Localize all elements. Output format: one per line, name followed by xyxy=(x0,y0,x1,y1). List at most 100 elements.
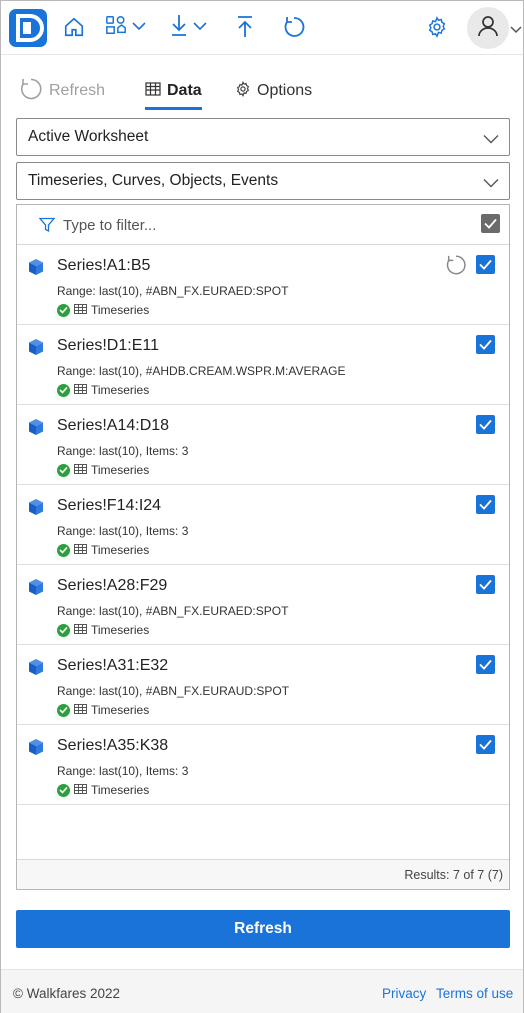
timeseries-table-icon xyxy=(74,463,87,477)
app-frame: Refresh Data Options Active Worksheet Ti… xyxy=(0,0,524,1013)
success-check-icon xyxy=(57,383,70,397)
series-type: Timeseries xyxy=(57,783,149,797)
item-checkbox[interactable] xyxy=(476,255,495,274)
privacy-link[interactable]: Privacy xyxy=(382,986,426,1001)
check-icon xyxy=(479,579,492,590)
list-item[interactable]: Series!F14:I24 Range: last(10), Items: 3… xyxy=(17,485,509,565)
download-icon xyxy=(169,13,189,42)
refresh-icon xyxy=(19,77,43,106)
list-item[interactable]: Series!A14:D18 Range: last(10), Items: 3… xyxy=(17,405,509,485)
series-type-label: Timeseries xyxy=(91,783,150,797)
series-range: Range: last(10), Items: 3 xyxy=(57,444,189,458)
item-checkbox[interactable] xyxy=(476,335,495,354)
chevron-down-icon xyxy=(483,175,499,193)
series-title: Series!F14:I24 xyxy=(57,497,162,514)
series-title: Series!A35:K38 xyxy=(57,737,169,754)
footer: © Walkfares 2022 Privacy Terms of use xyxy=(1,969,523,1013)
chevron-down-icon[interactable] xyxy=(510,21,522,39)
cube-icon xyxy=(27,498,45,521)
results-bar: Results: 7 of 7 (7) xyxy=(17,859,509,889)
timeseries-table-icon xyxy=(74,783,87,797)
user-icon xyxy=(476,14,500,43)
results-count: Results: 7 of 7 (7) xyxy=(404,868,503,882)
series-type-label: Timeseries xyxy=(91,543,150,557)
series-range: Range: last(10), #ABN_FX.EURAUD:SPOT xyxy=(57,684,290,698)
scope-select-value: Active Worksheet xyxy=(28,128,149,145)
cube-icon xyxy=(27,258,45,281)
item-checkbox[interactable] xyxy=(476,495,495,514)
upload-icon[interactable] xyxy=(235,13,255,41)
filter-input[interactable] xyxy=(63,213,463,237)
timeseries-table-icon xyxy=(74,543,87,557)
filter-icon xyxy=(38,217,56,238)
scope-select[interactable]: Active Worksheet xyxy=(16,118,510,156)
logo-icon[interactable] xyxy=(9,9,47,47)
check-icon xyxy=(479,419,492,430)
series-range: Range: last(10), Items: 3 xyxy=(57,524,189,538)
series-type: Timeseries xyxy=(57,303,149,317)
item-checkbox[interactable] xyxy=(476,735,495,754)
data-sources-button[interactable] xyxy=(104,13,146,41)
chevron-down-icon xyxy=(132,18,146,36)
tab-bar: Refresh Data Options xyxy=(19,73,509,110)
series-type: Timeseries xyxy=(57,383,149,397)
cube-icon xyxy=(27,578,45,601)
select-all-checkbox[interactable] xyxy=(481,214,500,233)
series-title: Series!D1:E11 xyxy=(57,337,159,354)
cube-icon xyxy=(27,338,45,361)
cube-icon xyxy=(27,418,45,441)
item-checkbox[interactable] xyxy=(476,575,495,594)
timeseries-table-icon xyxy=(74,303,87,317)
success-check-icon xyxy=(57,623,70,637)
check-icon xyxy=(479,659,492,670)
tab-label: Data xyxy=(167,82,202,99)
success-check-icon xyxy=(57,703,70,717)
series-type-label: Timeseries xyxy=(91,703,150,717)
item-checkbox[interactable] xyxy=(476,415,495,434)
chevron-down-icon xyxy=(193,18,207,36)
series-title: Series!A14:D18 xyxy=(57,417,170,434)
type-select-value: Timeseries, Curves, Objects, Events xyxy=(28,172,279,189)
series-range: Range: last(10), #ABN_FX.EURAED:SPOT xyxy=(57,284,289,298)
tab-label: Refresh xyxy=(49,82,106,99)
check-icon xyxy=(484,218,497,229)
table-icon xyxy=(145,81,161,101)
list-item[interactable]: Series!A1:B5 Range: last(10), #ABN_FX.EU… xyxy=(17,245,509,325)
settings-icon[interactable] xyxy=(426,13,448,41)
tab-label: Options xyxy=(257,82,313,99)
item-checkbox[interactable] xyxy=(476,655,495,674)
series-type-label: Timeseries xyxy=(91,623,150,637)
success-check-icon xyxy=(57,463,70,477)
series-title: Series!A28:F29 xyxy=(57,577,168,594)
series-range: Range: last(10), #ABN_FX.EURAED:SPOT xyxy=(57,604,289,618)
cube-icon xyxy=(27,738,45,761)
tab-refresh[interactable]: Refresh xyxy=(19,73,105,109)
user-avatar-button[interactable] xyxy=(467,7,509,49)
refresh-icon[interactable] xyxy=(282,13,306,41)
list-item[interactable]: Series!D1:E11 Range: last(10), #AHDB.CRE… xyxy=(17,325,509,405)
success-check-icon xyxy=(57,303,70,317)
series-range: Range: last(10), #AHDB.CREAM.WSPR.M:AVER… xyxy=(57,364,346,378)
tab-options[interactable]: Options xyxy=(235,73,312,109)
list-item[interactable]: Series!A28:F29 Range: last(10), #ABN_FX.… xyxy=(17,565,509,645)
refresh-button[interactable]: Refresh xyxy=(16,910,510,948)
check-icon xyxy=(479,739,492,750)
success-check-icon xyxy=(57,783,70,797)
terms-of-use-link[interactable]: Terms of use xyxy=(436,986,513,1001)
data-sources-icon xyxy=(104,14,128,41)
timeseries-table-icon xyxy=(74,623,87,637)
series-list-panel: Series!A1:B5 Range: last(10), #ABN_FX.EU… xyxy=(16,204,510,890)
timeseries-table-icon xyxy=(74,383,87,397)
download-button[interactable] xyxy=(169,13,207,41)
home-icon[interactable] xyxy=(63,13,85,41)
type-select[interactable]: Timeseries, Curves, Objects, Events xyxy=(16,162,510,200)
series-type-label: Timeseries xyxy=(91,383,150,397)
chevron-down-icon xyxy=(483,131,499,149)
tab-data[interactable]: Data xyxy=(145,73,202,110)
list-item[interactable]: Series!A31:E32 Range: last(10), #ABN_FX.… xyxy=(17,645,509,725)
timeseries-table-icon xyxy=(74,703,87,717)
series-type: Timeseries xyxy=(57,623,149,637)
check-icon xyxy=(479,499,492,510)
list-item[interactable]: Series!A35:K38 Range: last(10), Items: 3… xyxy=(17,725,509,805)
series-type-label: Timeseries xyxy=(91,303,150,317)
